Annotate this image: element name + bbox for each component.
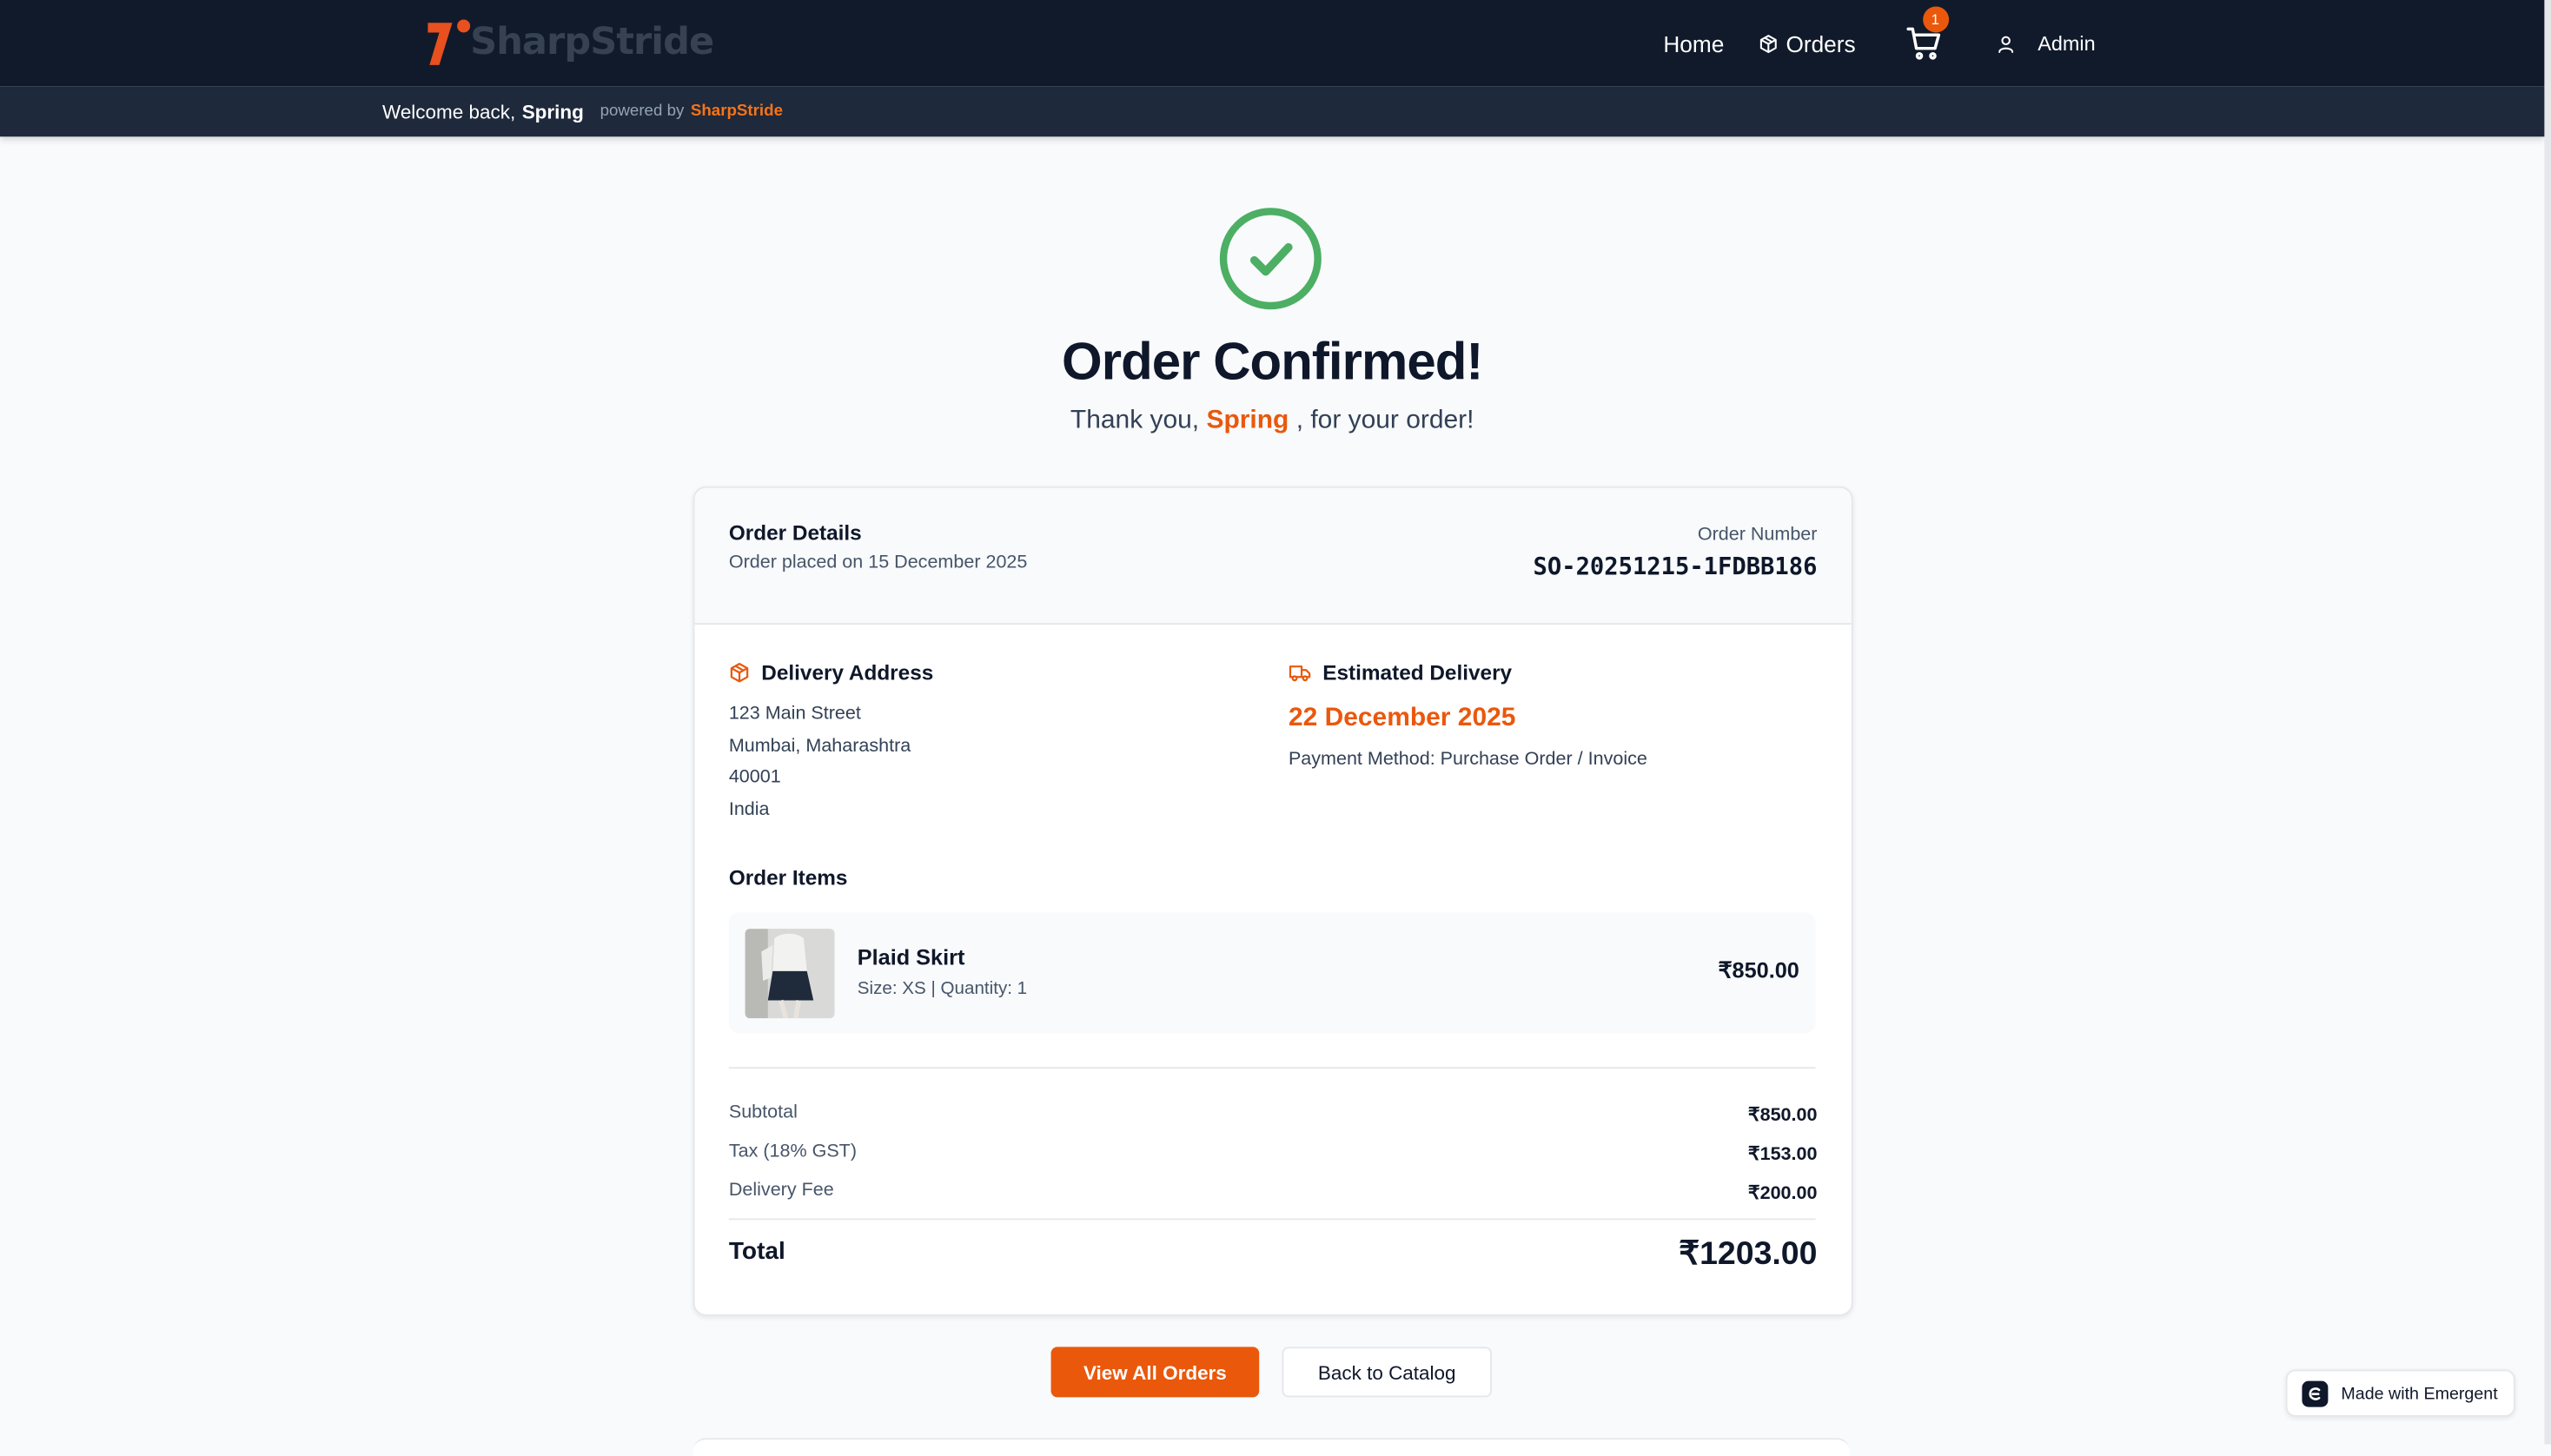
page-title: Order Confirmed!: [1062, 331, 1483, 391]
thanks-customer-name: Spring: [1206, 407, 1289, 434]
order-item: Plaid Skirt Size: XS | Quantity: 1 ₹850.…: [728, 912, 1816, 1033]
total-divider: [728, 1218, 1816, 1221]
tax-value: ₹153.00: [1747, 1145, 1818, 1165]
emergent-badge-label: Made with Emergent: [2341, 1383, 2498, 1403]
total-label: Total: [728, 1237, 785, 1266]
nav-orders-label: Orders: [1786, 30, 1856, 56]
order-summary-card: Order Details Order placed on 15 Decembe…: [692, 486, 1853, 1316]
page: SharpStride Home Orders 1 Admin Welcome …: [0, 0, 2551, 1456]
delivery-address-title: Delivery Address: [761, 660, 934, 685]
address-line: 40001: [728, 767, 781, 788]
thanks-suffix: , for your order!: [1295, 407, 1474, 434]
cart-button[interactable]: 1: [1905, 5, 1949, 61]
user-icon: [1998, 35, 2013, 53]
next-card-edge: [692, 1438, 1850, 1456]
truck-icon: [1289, 665, 1311, 682]
payment-method: Payment Method: Purchase Order / Invoice: [1288, 750, 1647, 770]
brand-logo-mark: [425, 18, 474, 67]
welcome-bar: Welcome back, Spring powered by SharpStr…: [0, 86, 2545, 137]
brand-wordmark: SharpStride: [470, 21, 714, 64]
nav-orders-link[interactable]: Orders: [1759, 30, 1856, 56]
order-items-title: Order Items: [728, 865, 848, 890]
order-details-title: Order Details: [728, 520, 862, 546]
user-menu[interactable]: Admin: [1996, 32, 2096, 55]
estimated-delivery-heading: Estimated Delivery: [1289, 660, 1512, 685]
estimated-delivery-date: 22 December 2025: [1288, 704, 1516, 732]
estimated-delivery-title: Estimated Delivery: [1322, 660, 1513, 685]
welcome-user-name: Spring: [521, 100, 584, 123]
tax-label: Tax (18% GST): [728, 1142, 858, 1161]
item-price: ₹850.00: [1718, 957, 1799, 983]
success-check-icon: [1218, 207, 1322, 311]
package-icon: [1759, 34, 1777, 53]
thanks-prefix: Thank you,: [1070, 407, 1200, 434]
thank-you-message: Thank you, Spring , for your order!: [0, 407, 2544, 436]
view-all-orders-button[interactable]: View All Orders: [1050, 1347, 1260, 1398]
welcome-text: Welcome back,: [382, 100, 516, 123]
cart-count-badge: 1: [1922, 5, 1949, 32]
back-to-catalog-button[interactable]: Back to Catalog: [1282, 1347, 1492, 1398]
main-nav: Home Orders 1 Admin: [1663, 0, 2096, 86]
powered-by-text: powered by: [600, 102, 685, 121]
total-value: ₹1203.00: [1679, 1236, 1818, 1273]
powered-by-brand: SharpStride: [690, 102, 784, 121]
delivery-fee-label: Delivery Fee: [728, 1181, 834, 1201]
welcome-message: Welcome back, Spring powered by SharpStr…: [382, 86, 783, 136]
subtotal-label: Subtotal: [728, 1102, 798, 1122]
brand-logo[interactable]: SharpStride: [425, 18, 714, 67]
made-with-emergent-badge[interactable]: Made with Emergent: [2285, 1369, 2515, 1417]
order-details-header: Order Details Order placed on 15 Decembe…: [694, 487, 1852, 625]
order-number: SO-20251215-1FDBB186: [1533, 554, 1818, 581]
item-size-quantity: Size: XS | Quantity: 1: [857, 979, 1028, 999]
nav-home-link[interactable]: Home: [1663, 30, 1724, 56]
order-number-label: Order Number: [1697, 525, 1818, 546]
item-name: Plaid Skirt: [857, 944, 965, 970]
subtotal-value: ₹850.00: [1747, 1106, 1818, 1126]
package-icon: [730, 662, 749, 683]
delivery-fee-value: ₹200.00: [1747, 1184, 1818, 1204]
delivery-address-heading: Delivery Address: [729, 660, 933, 685]
address-line: India: [728, 800, 770, 820]
top-navbar: SharpStride Home Orders 1 Admin: [0, 0, 2545, 87]
order-placed-date: Order placed on 15 December 2025: [728, 553, 1028, 573]
product-thumbnail: [745, 929, 835, 1019]
user-label: Admin: [2037, 31, 2096, 55]
summary-divider: [728, 1067, 1816, 1069]
address-line: 123 Main Street: [728, 704, 861, 725]
emergent-logo-icon: [2302, 1380, 2329, 1406]
page-scrollbar[interactable]: [2544, 0, 2551, 1445]
address-line: Mumbai, Maharashtra: [728, 737, 911, 757]
